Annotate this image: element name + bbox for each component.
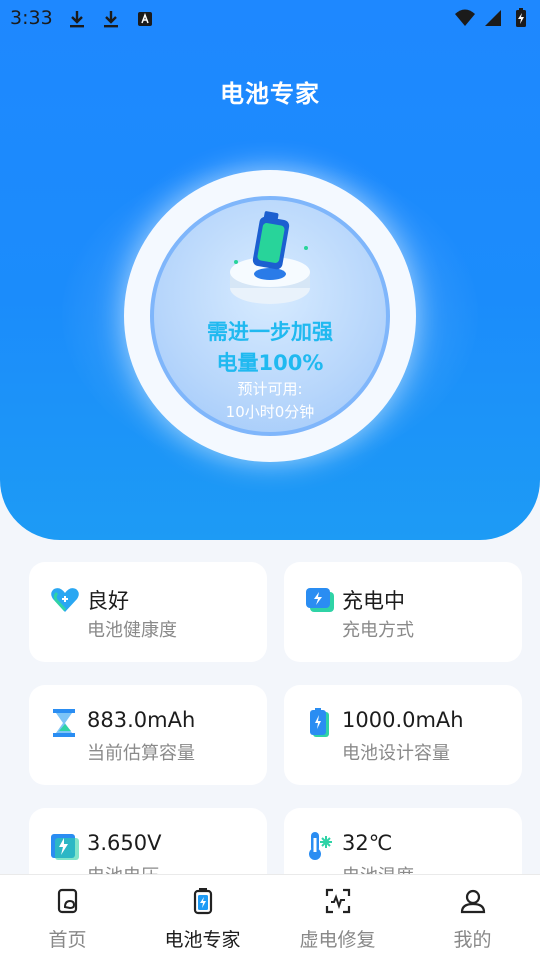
bottom-nav: 首页 电池专家 虚电修复 我的 (0, 874, 540, 960)
nav-item-profile[interactable]: 我的 (405, 875, 540, 960)
nav-item-home[interactable]: 首页 (0, 875, 135, 960)
card-label: 电池健康度 (87, 620, 177, 641)
gauge-headline: 需进一步加强 (207, 320, 333, 344)
profile-icon (460, 889, 485, 914)
card-value: 1000.0mAh (342, 708, 464, 732)
card-label: 电池设计容量 (342, 743, 450, 764)
card-value: 32℃ (342, 831, 393, 855)
home-icon (57, 888, 77, 914)
gauge-estimate-label: 预计可用: (237, 380, 303, 398)
card-battery-temperature[interactable]: 32℃ 电池温度 (284, 808, 522, 874)
heart-icon (51, 588, 79, 612)
gauge-estimate-value: 10小时0分钟 (225, 403, 315, 421)
charging-icon (306, 588, 334, 612)
card-label: 当前估算容量 (87, 743, 195, 764)
scan-repair-icon (325, 888, 350, 914)
nav-label: 虚电修复 (299, 929, 376, 951)
signal-icon (485, 10, 501, 26)
battery-charging-icon (516, 8, 526, 27)
nav-item-virtual-power-repair[interactable]: 虚电修复 (270, 875, 405, 960)
status-time: 3:33 (10, 7, 53, 29)
card-label: 电池电压 (87, 862, 159, 874)
battery-illustration-icon (230, 211, 310, 304)
card-value: 良好 (87, 589, 129, 613)
nav-item-battery-expert[interactable]: 电池专家 (135, 875, 270, 960)
voltage-icon (51, 834, 79, 860)
card-label: 充电方式 (342, 620, 414, 641)
card-battery-voltage[interactable]: 3.650V 电池电压 (29, 808, 267, 874)
card-label: 电池温度 (342, 862, 414, 874)
card-value: 3.650V (87, 831, 162, 855)
page-title: 电池专家 (220, 80, 320, 108)
card-battery-health[interactable]: 良好 电池健康度 (29, 562, 267, 662)
card-value: 充电中 (342, 589, 405, 613)
card-charging-mode[interactable]: 充电中 充电方式 (284, 562, 522, 662)
card-design-capacity[interactable]: 1000.0mAh 电池设计容量 (284, 685, 522, 785)
hourglass-icon (53, 709, 75, 737)
nav-label: 首页 (48, 929, 87, 951)
status-bar: 3:33 (0, 0, 540, 36)
battery-info-grid: 良好 电池健康度 充电中 充电方式 883.0mAh 当前估算容量 1000.0… (0, 540, 540, 874)
thermometer-icon (309, 832, 332, 860)
battery-icon (310, 708, 329, 737)
gauge-charge-level: 电量100% (216, 351, 324, 375)
wifi-icon (455, 9, 475, 26)
nav-label: 电池专家 (164, 929, 241, 951)
card-estimated-capacity[interactable]: 883.0mAh 当前估算容量 (29, 685, 267, 785)
card-value: 883.0mAh (87, 708, 196, 732)
keyboard-a-icon (138, 12, 152, 26)
battery-expert-icon (193, 888, 212, 915)
download-icon (70, 11, 84, 28)
nav-label: 我的 (453, 929, 492, 951)
download-icon (104, 11, 118, 28)
